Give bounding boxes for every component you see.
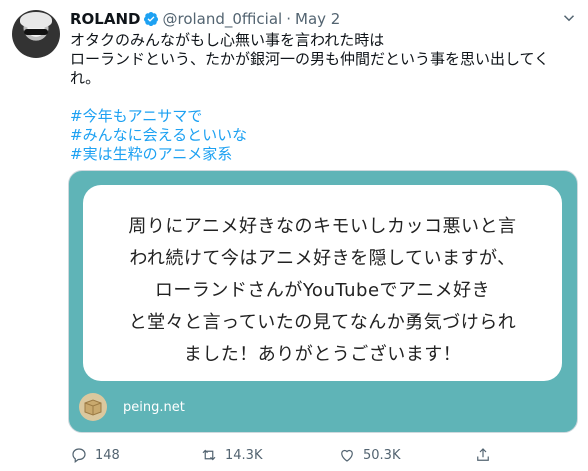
reply-button[interactable]: 148 — [70, 446, 120, 464]
question-line: ローランドさんがYouTubeでアニメ好き — [154, 280, 491, 301]
hashtag-link[interactable]: #実は生粋のアニメ家系 — [70, 145, 578, 164]
action-bar: 148 14.3K 50.3K — [70, 446, 578, 466]
card-domain[interactable]: peing.net — [123, 400, 185, 415]
verified-badge-icon — [144, 12, 159, 26]
question-line: われ続けて今はアニメ好きを隠していますが、 — [129, 248, 516, 269]
question-line: と堂々と言っていたの見てなんか勇気づけられ — [128, 312, 517, 333]
card-footer: peing.net — [79, 393, 185, 421]
display-name[interactable]: ROLAND — [70, 10, 140, 28]
retweet-icon — [202, 449, 216, 461]
avatar[interactable] — [12, 10, 60, 58]
like-icon — [341, 449, 353, 462]
share-icon — [477, 448, 489, 461]
reply-icon — [72, 448, 86, 463]
user-handle[interactable]: @roland_0fficial — [162, 10, 282, 28]
avatar-sunglasses — [24, 29, 48, 35]
hashtag-link[interactable]: #今年もアニサマで — [70, 107, 578, 126]
tweet-header: ROLAND @roland_0fficial · May 2 — [70, 9, 340, 29]
tweet-text: オタクのみんながもし心無い事を言われた時は ローランドという、たかが銀河一の男も… — [70, 31, 578, 164]
hashtag-link[interactable]: #みんなに会えるといいな — [70, 126, 578, 145]
tweet-text-line: れ。 — [70, 69, 101, 87]
question-line: 周りにアニメ好きなのキモいしカッコ悪いと言 — [128, 216, 517, 237]
retweet-button[interactable]: 14.3K — [200, 446, 262, 464]
tweet-text-line: ローランドという、たかが銀河一の男も仲間だという事を思い出してく — [70, 50, 550, 68]
separator-dot: · — [286, 10, 291, 28]
retweet-count: 14.3K — [225, 447, 263, 463]
caret-down-icon[interactable] — [560, 9, 578, 27]
like-count: 50.3K — [363, 447, 401, 463]
tweet-date[interactable]: May 2 — [295, 10, 340, 28]
tweet-text-line: オタクのみんながもし心無い事を言われた時は — [70, 31, 385, 49]
link-card[interactable]: 周りにアニメ好きなのキモいしカッコ悪いと言 われ続けて今はアニメ好きを隠していま… — [68, 170, 578, 433]
avatar-hair — [20, 12, 52, 28]
question-line: ました！ありがとうございます！ — [183, 344, 462, 365]
share-button[interactable] — [474, 446, 492, 464]
reply-count: 148 — [95, 447, 120, 463]
like-button[interactable]: 50.3K — [338, 446, 400, 464]
question-box: 周りにアニメ好きなのキモいしカッコ悪いと言 われ続けて今はアニメ好きを隠していま… — [83, 185, 562, 381]
peing-box-icon — [79, 393, 107, 421]
